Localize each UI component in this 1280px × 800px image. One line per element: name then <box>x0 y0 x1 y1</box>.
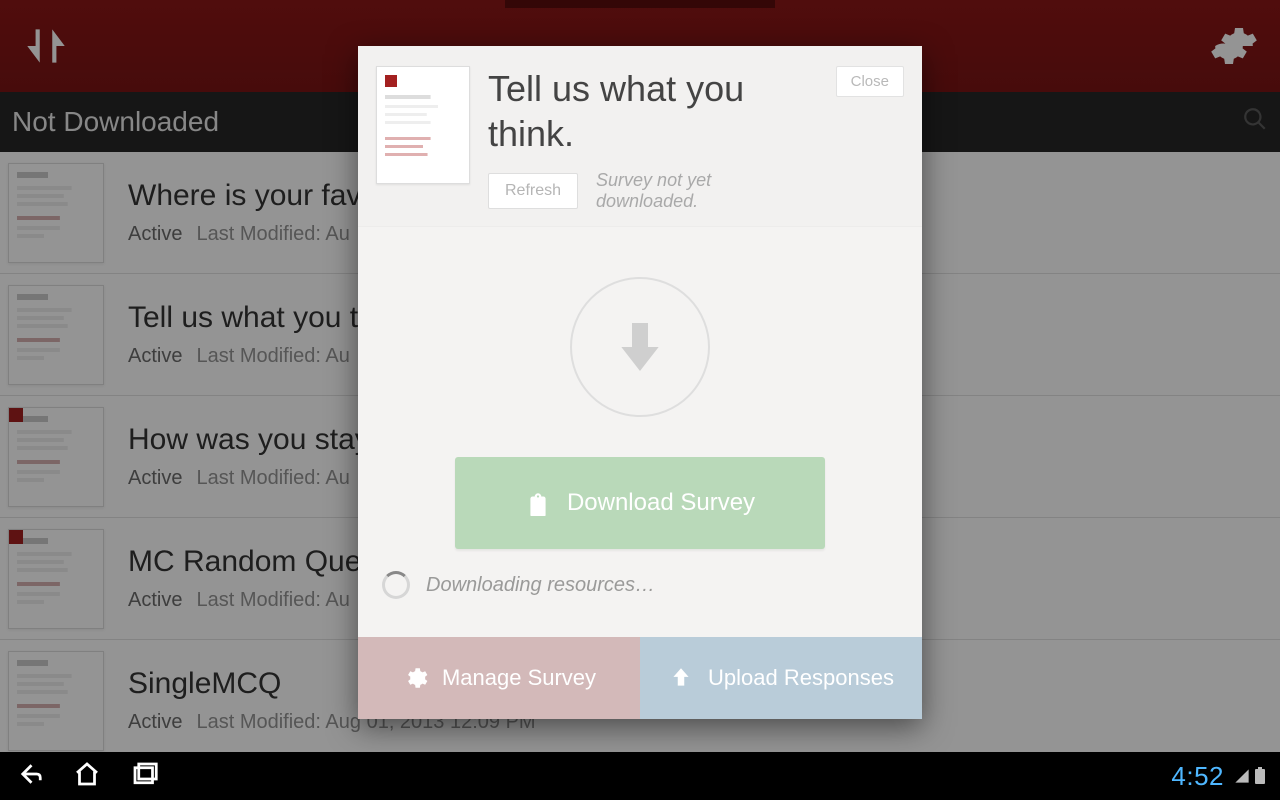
clock: 4:52 <box>1171 761 1224 792</box>
download-survey-button[interactable]: Download Survey <box>455 457 825 549</box>
home-icon[interactable] <box>72 759 102 794</box>
gear-icon <box>402 665 428 691</box>
modal-title: Tell us what you think. <box>488 66 818 156</box>
survey-modal: Tell us what you think. Refresh Survey n… <box>358 46 922 719</box>
download-icon <box>570 277 710 417</box>
battery-icon <box>1254 767 1266 785</box>
modal-status: Survey not yet downloaded. <box>596 170 818 212</box>
back-icon[interactable] <box>14 759 44 794</box>
progress-row: Downloading resources… <box>358 549 922 619</box>
upload-responses-button[interactable]: Upload Responses <box>640 637 922 719</box>
recents-icon[interactable] <box>130 759 160 794</box>
system-nav-bar: 4:52 <box>0 752 1280 800</box>
status-icons <box>1234 767 1266 785</box>
modal-thumbnail <box>376 66 470 184</box>
manage-survey-button[interactable]: Manage Survey <box>358 637 640 719</box>
upload-icon <box>668 665 694 691</box>
modal-footer: Manage Survey Upload Responses <box>358 637 922 719</box>
spinner-icon <box>382 571 410 599</box>
manage-survey-label: Manage Survey <box>442 665 596 691</box>
close-button[interactable]: Close <box>836 66 904 97</box>
refresh-button[interactable]: Refresh <box>488 173 578 209</box>
modal-body: Download Survey Downloading resources… <box>358 227 922 637</box>
upload-responses-label: Upload Responses <box>708 665 894 691</box>
download-survey-label: Download Survey <box>567 489 755 517</box>
signal-icon <box>1234 768 1250 784</box>
modal-header: Tell us what you think. Refresh Survey n… <box>358 46 922 227</box>
progress-text: Downloading resources… <box>426 574 655 597</box>
clipboard-icon <box>525 490 551 516</box>
